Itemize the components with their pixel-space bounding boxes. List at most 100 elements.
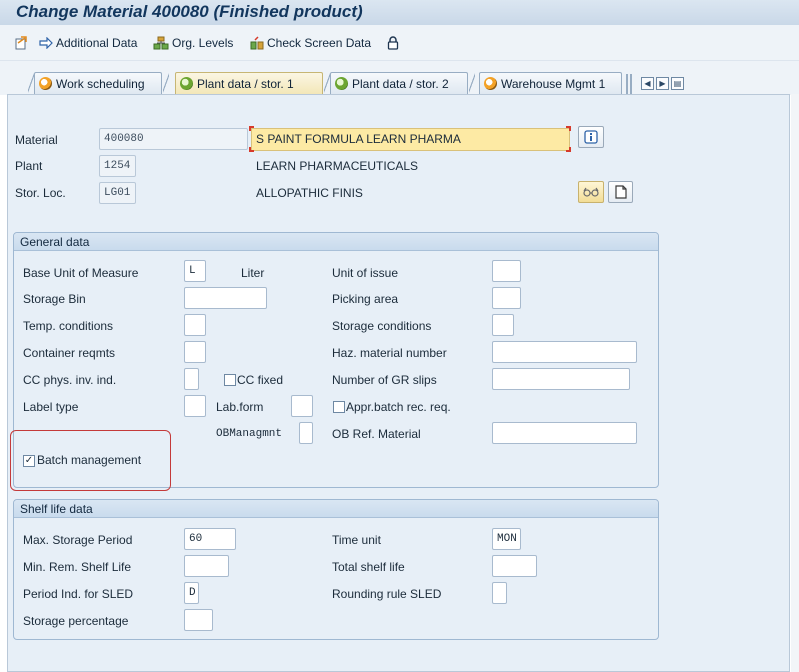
tab-status-icon (484, 77, 497, 90)
tab-divider (630, 74, 632, 94)
tab-list-button[interactable]: ▤ (671, 77, 684, 90)
max-storage-period-label: Max. Storage Period (23, 533, 133, 547)
temp-conditions-field[interactable] (184, 314, 206, 336)
label-type-field[interactable] (184, 395, 206, 417)
tab-label: Warehouse Mgmt 1 (501, 76, 606, 91)
info-button[interactable] (578, 126, 604, 148)
ob-managmnt-label: OBManagmnt (216, 428, 283, 440)
check-screen-data-label: Check Screen Data (267, 36, 372, 50)
gr-slips-field[interactable] (492, 368, 630, 390)
total-shelf-life-field[interactable] (492, 555, 537, 577)
tab-plant-data-stor-2[interactable]: Plant data / stor. 2 (330, 72, 468, 94)
batch-management-checkbox[interactable]: ✓ (23, 455, 35, 467)
ob-managmnt-field[interactable] (299, 422, 313, 444)
tab-separator (469, 72, 475, 94)
rounding-rule-sled-field[interactable] (492, 582, 507, 604)
tab-separator (163, 72, 169, 94)
info-icon (584, 130, 598, 144)
shelf-life-data-title: Shelf life data (14, 500, 658, 518)
min-rem-shelf-life-label: Min. Rem. Shelf Life (23, 560, 132, 574)
plant-field[interactable]: 1254 (99, 155, 136, 177)
time-unit-label: Time unit (332, 533, 381, 547)
window-title: Change Material 400080 (Finished product… (16, 2, 363, 21)
material-field[interactable]: 400080 (99, 128, 248, 150)
glasses-icon (583, 187, 599, 197)
storage-conditions-label: Storage conditions (332, 319, 432, 333)
label-type-label: Label type (23, 400, 79, 414)
check-screen-data-button[interactable]: Check Screen Data (250, 34, 371, 52)
check-screen-icon (250, 36, 264, 50)
tab-warehouse-mgmt-1[interactable]: Warehouse Mgmt 1 (479, 72, 622, 94)
period-ind-sled-field[interactable]: D (184, 582, 199, 604)
tab-scroll-right-button[interactable]: ▶ (656, 77, 669, 90)
storage-conditions-field[interactable] (492, 314, 514, 336)
org-levels-button[interactable]: Org. Levels (153, 34, 233, 52)
base-uom-field[interactable]: L (184, 260, 206, 282)
tab-scroll-left-button[interactable]: ◀ (641, 77, 654, 90)
temp-conditions-label: Temp. conditions (23, 319, 114, 333)
min-rem-shelf-life-field[interactable] (184, 555, 229, 577)
storage-percentage-field[interactable] (184, 609, 213, 631)
cc-phys-inv-field[interactable] (184, 368, 199, 390)
tab-label: Plant data / stor. 1 (197, 76, 294, 91)
total-shelf-life-label: Total shelf life (332, 560, 405, 574)
storage-bin-label: Storage Bin (23, 292, 86, 306)
lock-icon (387, 36, 399, 50)
haz-material-label: Haz. material number (332, 346, 447, 360)
display-change-button[interactable] (15, 34, 28, 52)
ob-ref-material-field[interactable] (492, 422, 637, 444)
chevron-right-icon: ▶ (659, 79, 666, 88)
additional-data-label: Additional Data (56, 36, 138, 50)
tab-divider (626, 74, 628, 94)
appr-batch-checkbox[interactable] (333, 401, 345, 413)
cc-phys-inv-label: CC phys. inv. ind. (23, 373, 117, 387)
lock-button[interactable] (387, 34, 399, 52)
gr-slips-label: Number of GR slips (332, 373, 437, 387)
tab-label: Work scheduling (56, 76, 145, 91)
chevron-left-icon: ◀ (644, 79, 651, 88)
storage-location-description: ALLOPATHIC FINIS (256, 186, 363, 200)
storage-location-field[interactable]: LG01 (99, 182, 136, 204)
cc-fixed-label: CC fixed (237, 373, 284, 387)
storage-percentage-label: Storage percentage (23, 614, 129, 628)
tab-work-scheduling[interactable]: Work scheduling (34, 72, 162, 94)
base-uom-label: Base Unit of Measure (23, 266, 139, 280)
required-marker (249, 147, 254, 152)
max-storage-period-field[interactable]: 60 (184, 528, 236, 550)
required-marker (566, 147, 571, 152)
tab-status-icon (39, 77, 52, 90)
tab-status-done-icon (180, 77, 193, 90)
tab-list-icon: ▤ (673, 79, 682, 88)
required-marker (566, 126, 571, 131)
base-uom-text: Liter (241, 266, 265, 280)
picking-area-label: Picking area (332, 292, 399, 306)
required-marker (249, 126, 254, 131)
org-levels-icon (153, 36, 169, 50)
general-data-title: General data (14, 233, 658, 251)
picking-area-field[interactable] (492, 287, 521, 309)
haz-material-field[interactable] (492, 341, 637, 363)
container-reqmts-field[interactable] (184, 341, 206, 363)
display-change-icon (15, 36, 27, 50)
plant-label: Plant (15, 159, 43, 173)
time-unit-field[interactable]: MON (492, 528, 521, 550)
document-button[interactable] (608, 181, 633, 203)
lab-form-field[interactable] (291, 395, 313, 417)
material-label: Material (15, 133, 58, 147)
appr-batch-label: Appr.batch rec. req. (346, 400, 451, 414)
batch-management-label: Batch management (37, 453, 142, 467)
material-description-field[interactable]: S PAINT FORMULA LEARN PHARMA (251, 128, 570, 151)
additional-data-button[interactable]: Additional Data (39, 34, 137, 52)
unit-of-issue-field[interactable] (492, 260, 521, 282)
tab-status-done-icon (335, 77, 348, 90)
storage-bin-field[interactable] (184, 287, 267, 309)
tab-plant-data-stor-1[interactable]: Plant data / stor. 1 (175, 72, 323, 94)
document-icon (614, 185, 627, 199)
lab-form-label: Lab.form (216, 400, 264, 414)
rounding-rule-sled-label: Rounding rule SLED (332, 587, 442, 601)
period-ind-sled-label: Period Ind. for SLED (23, 587, 134, 601)
cc-fixed-checkbox[interactable] (224, 374, 236, 386)
storage-location-label: Stor. Loc. (15, 186, 66, 200)
right-margin (791, 94, 799, 672)
org-data-button[interactable] (578, 181, 604, 203)
